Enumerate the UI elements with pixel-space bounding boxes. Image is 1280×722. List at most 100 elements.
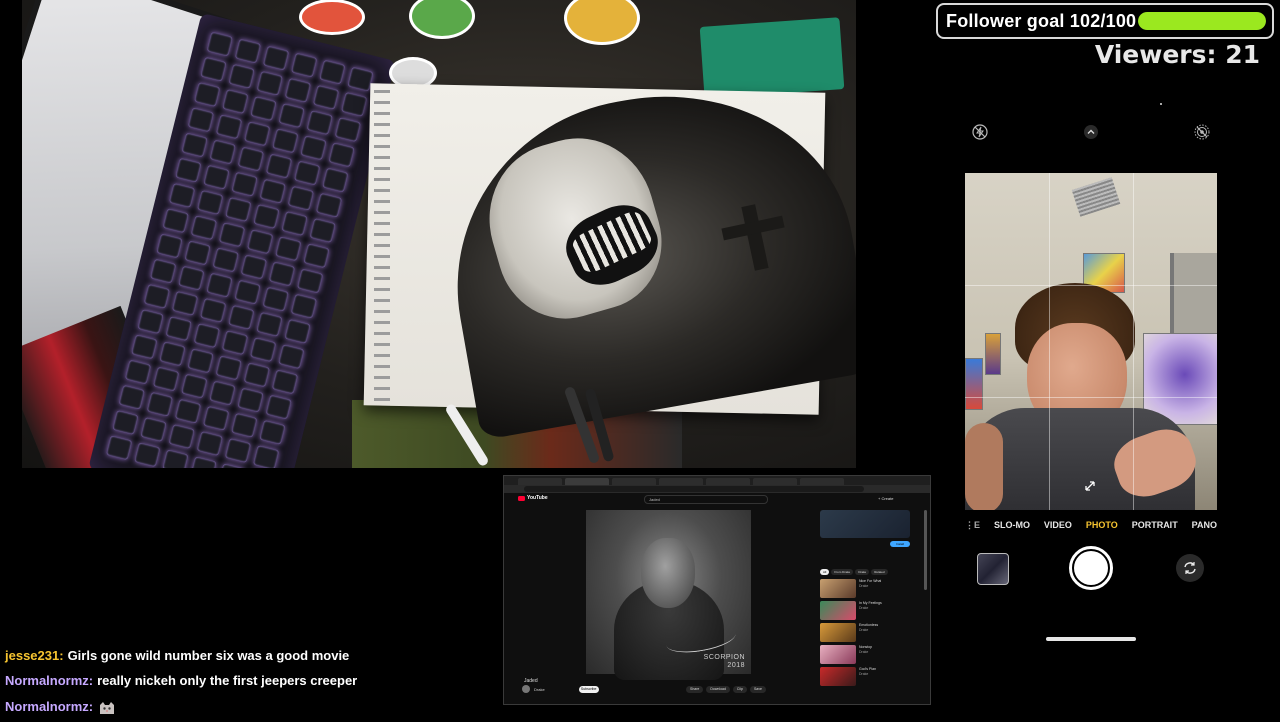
ad-install-button[interactable]: Install [890, 541, 910, 547]
keyboard-key [190, 456, 217, 468]
keyboard-key [215, 355, 242, 381]
chip-related[interactable]: Related [871, 569, 888, 575]
recommendation-chips: All From Drake Drake Related [820, 569, 888, 575]
share-button[interactable]: Share [686, 686, 704, 693]
follower-goal-widget: Follower goal 102/100 [936, 3, 1274, 39]
chat-username: Normalnormz: [5, 673, 94, 689]
recommendation-item[interactable]: God's Plan Drake [820, 667, 910, 687]
mode-photo[interactable]: PHOTO [1086, 520, 1118, 536]
keyboard-key [253, 445, 280, 468]
keyboard-key [106, 435, 133, 461]
youtube-wordmark: YouTube [527, 495, 548, 501]
url-field[interactable] [524, 486, 864, 492]
browser-tab[interactable] [518, 478, 562, 485]
keyboard-key [174, 398, 202, 424]
channel-avatar[interactable] [522, 685, 530, 693]
flip-camera-button[interactable] [1176, 554, 1204, 582]
recommendation-item[interactable]: In My Feelings Drake [820, 601, 910, 621]
keyboard-key [250, 96, 277, 121]
cat-emote-icon [99, 700, 115, 714]
video-title: Jaded [524, 678, 538, 684]
keyboard-key [194, 82, 221, 107]
recommendation-meta: Nonstop Drake [859, 645, 872, 665]
recommendations-scrollbar[interactable] [924, 510, 927, 590]
browser-tab[interactable] [753, 478, 797, 485]
chevron-up-icon[interactable] [1081, 122, 1101, 142]
keyboard-key [218, 463, 245, 468]
channel-name[interactable]: Drake [534, 687, 545, 692]
mode-portrait[interactable]: PORTRAIT [1132, 520, 1178, 536]
camera-grid-line [1133, 173, 1134, 510]
desk-camera-feed [22, 0, 856, 468]
keyboard-key [306, 110, 333, 135]
live-photo-off-icon[interactable] [1192, 122, 1212, 142]
recommendation-thumbnail [820, 645, 856, 664]
keyboard-key [153, 366, 180, 392]
recommendation-item[interactable]: Nonstop Drake [820, 645, 910, 665]
browser-tab[interactable] [659, 478, 703, 485]
chat-message: Normalnormz: really nickeh only the firs… [5, 669, 485, 695]
subscribe-button[interactable]: Subscribe [578, 685, 599, 693]
mode-pano[interactable]: PANO [1192, 520, 1217, 536]
browser-tab[interactable] [800, 478, 844, 485]
keyboard-key [271, 369, 299, 395]
expand-icon[interactable] [1083, 479, 1097, 498]
home-indicator[interactable] [1046, 637, 1136, 641]
browser-tab[interactable] [565, 478, 609, 485]
download-button[interactable]: Download [706, 686, 730, 693]
keyboard-key [259, 419, 286, 445]
keyboard-key [137, 309, 164, 334]
keyboard-key [322, 167, 349, 193]
wall-poster [985, 333, 1001, 375]
keyboard-key [162, 449, 189, 468]
chip-from-drake[interactable]: From Drake [831, 569, 854, 575]
keyboard-key [146, 391, 173, 417]
last-photo-thumbnail[interactable] [977, 553, 1009, 585]
person-arm [965, 423, 1003, 510]
flash-off-icon[interactable] [970, 122, 990, 142]
mode-slo-mo[interactable]: SLO-MO [994, 520, 1030, 536]
keyboard-key [237, 146, 264, 172]
sponsored-ad[interactable] [820, 510, 910, 538]
keyboard-key [243, 362, 270, 388]
browser-tab[interactable] [612, 478, 656, 485]
keyboard-key [253, 204, 280, 229]
keyboard-key [165, 316, 192, 341]
keyboard-key [278, 344, 305, 370]
keyboard-key [256, 70, 283, 96]
browser-tab[interactable] [706, 478, 750, 485]
chip-drake[interactable]: Drake [855, 569, 870, 575]
camera-grid-line [965, 397, 1217, 398]
chip-all[interactable]: All [820, 569, 830, 575]
youtube-logo[interactable]: YouTube [518, 495, 548, 501]
keyboard-key [259, 178, 286, 204]
keyboard-key [200, 298, 227, 323]
recommendation-meta: In My Feelings Drake [859, 601, 882, 621]
keyboard-key [300, 135, 327, 161]
keyboard-key [328, 142, 355, 168]
recommendation-item[interactable]: Nice For What Drake [820, 579, 910, 599]
clip-button[interactable]: Clip [732, 686, 747, 693]
keyboard-key [234, 279, 261, 305]
keyboard-key [140, 417, 167, 442]
create-button[interactable]: + Create [878, 496, 893, 501]
youtube-play-icon [518, 495, 525, 501]
keyboard-key [315, 192, 343, 218]
album-brand-year: 2018 [727, 662, 745, 669]
shutter-inner [1074, 551, 1108, 585]
keyboard-key [268, 261, 296, 287]
keyboard-key [303, 243, 330, 269]
recommendation-title: In My Feelings [859, 601, 882, 605]
youtube-search-input[interactable]: Jaded [644, 495, 768, 504]
mode-video[interactable]: VIDEO [1044, 520, 1072, 536]
recommendation-channel: Drake [859, 627, 869, 632]
shutter-button[interactable] [1069, 546, 1113, 590]
keyboard-key [156, 233, 183, 259]
keyboard-key [181, 132, 208, 158]
save-button[interactable]: Save [749, 686, 766, 693]
address-bar [504, 485, 930, 493]
sticker [302, 2, 362, 32]
keyboard-key [278, 103, 305, 128]
video-player[interactable]: SCORPION 2018 [586, 510, 751, 680]
recommendation-item[interactable]: Emotionless Drake [820, 623, 910, 643]
